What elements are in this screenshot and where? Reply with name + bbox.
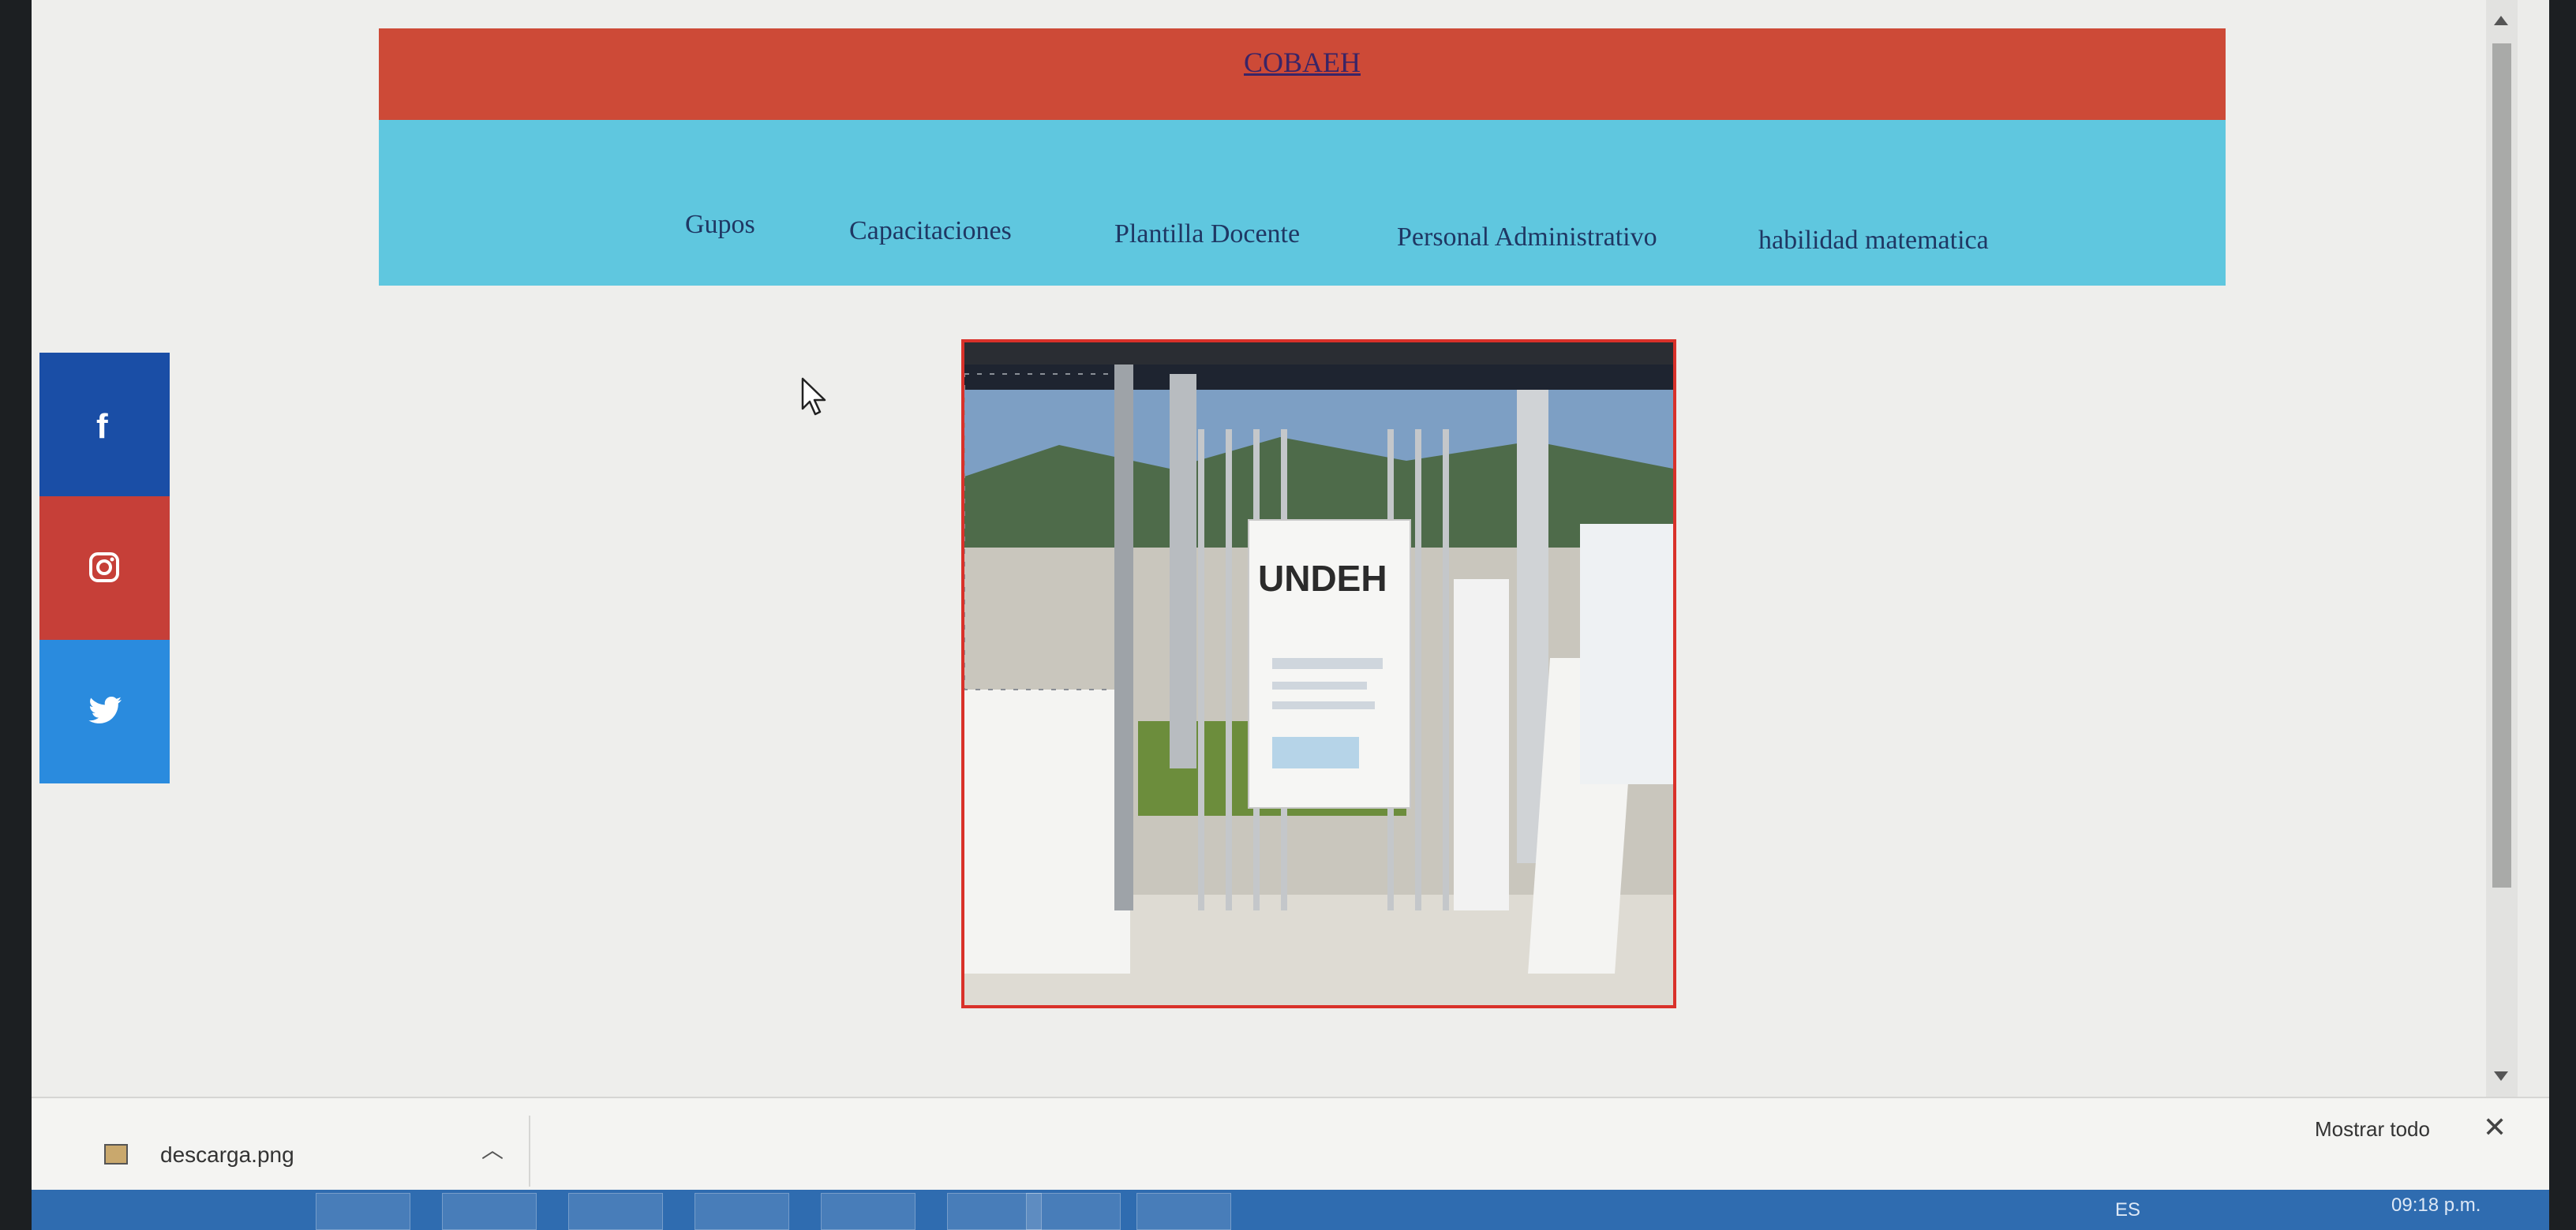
web-page: COBAEH Gupos Capacitaciones Plantilla Do… bbox=[32, 0, 2518, 1097]
download-filename[interactable]: descarga.png bbox=[160, 1142, 294, 1168]
twitter-button[interactable] bbox=[39, 640, 170, 783]
scroll-up-arrow-icon[interactable] bbox=[2494, 16, 2508, 25]
show-all-downloads-link[interactable]: Mostrar todo bbox=[2315, 1117, 2430, 1142]
image-file-icon bbox=[104, 1144, 128, 1165]
download-item[interactable]: descarga.png ︿ bbox=[55, 1116, 530, 1187]
clock-time[interactable]: 09:18 p.m. bbox=[2391, 1194, 2481, 1217]
nav-item-gupos[interactable]: Gupos bbox=[685, 210, 755, 240]
taskbar-app-button[interactable] bbox=[568, 1193, 663, 1230]
facebook-letter: f bbox=[96, 408, 108, 444]
nav-item-personal-administrativo[interactable]: Personal Administrativo bbox=[1397, 222, 1657, 252]
page-scrollbar[interactable] bbox=[2486, 0, 2518, 1097]
taskbar-app-button[interactable] bbox=[695, 1193, 789, 1230]
taskbar-app-button[interactable] bbox=[442, 1193, 537, 1230]
instagram-button[interactable] bbox=[39, 496, 170, 640]
school-gate-photo: UNDEH bbox=[961, 339, 1676, 1008]
instagram-icon bbox=[89, 552, 119, 582]
gate-photo-illustration: UNDEH bbox=[964, 342, 1673, 1005]
taskbar-app-button[interactable] bbox=[1136, 1193, 1231, 1230]
chrome-taskbar-button[interactable] bbox=[1026, 1193, 1121, 1230]
download-bar: descarga.png ︿ Mostrar todo ✕ bbox=[32, 1097, 2549, 1191]
taskbar-app-button[interactable] bbox=[821, 1193, 915, 1230]
windows-taskbar: ES 09:18 p.m. bbox=[32, 1190, 2549, 1230]
nav-item-plantilla-docente[interactable]: Plantilla Docente bbox=[1114, 219, 1300, 249]
close-icon[interactable]: ✕ bbox=[2483, 1111, 2507, 1144]
scrollbar-thumb[interactable] bbox=[2492, 43, 2511, 888]
mouse-cursor-icon bbox=[801, 377, 826, 416]
chevron-up-icon[interactable]: ︿ bbox=[481, 1133, 504, 1165]
scroll-down-arrow-icon[interactable] bbox=[2494, 1071, 2508, 1081]
twitter-icon bbox=[88, 697, 122, 723]
language-indicator[interactable]: ES bbox=[2115, 1199, 2140, 1221]
facebook-icon: f bbox=[96, 408, 108, 444]
taskbar-app-button[interactable] bbox=[316, 1193, 410, 1230]
monitor-screen: COBAEH Gupos Capacitaciones Plantilla Do… bbox=[32, 0, 2549, 1230]
nav-item-capacitaciones[interactable]: Capacitaciones bbox=[849, 216, 1012, 246]
site-header: COBAEH bbox=[379, 28, 2226, 120]
poster-logo-text: UNDEH bbox=[1258, 558, 1387, 599]
nav-item-habilidad-matematica[interactable]: habilidad matematica bbox=[1758, 226, 1989, 256]
site-title-link[interactable]: COBAEH bbox=[1244, 46, 1361, 79]
facebook-button[interactable]: f bbox=[39, 353, 170, 496]
nav-bar: Gupos Capacitaciones Plantilla Docente P… bbox=[379, 120, 2226, 286]
